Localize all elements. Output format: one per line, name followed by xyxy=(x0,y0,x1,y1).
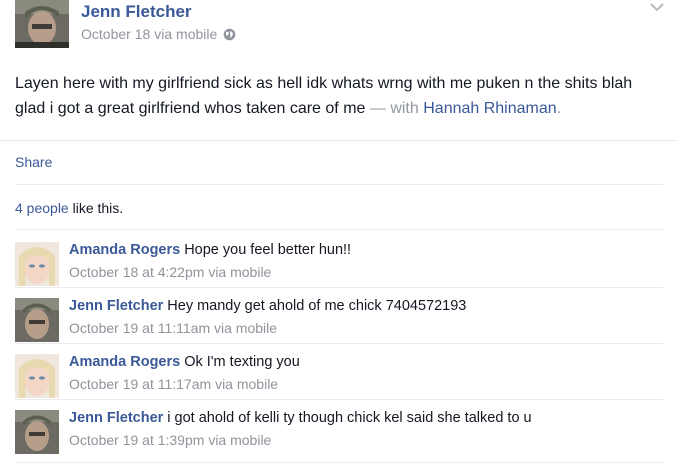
comment-via: via mobile xyxy=(208,432,272,448)
divider xyxy=(15,184,663,185)
likes-summary: 4 people like this. xyxy=(15,200,123,216)
chevron-down-icon[interactable] xyxy=(649,0,665,12)
commenter-name[interactable]: Amanda Rogers xyxy=(69,242,180,258)
comment-meta: October 18 at 4:22pm via mobile xyxy=(69,264,271,280)
commenter-name[interactable]: Amanda Rogers xyxy=(69,354,180,370)
comment-via: via mobile xyxy=(214,320,278,336)
avatar-image xyxy=(15,0,69,48)
tagged-suffix: . xyxy=(556,100,562,117)
comment-item: Jenn Fletcher i got ahold of kelli ty tho… xyxy=(0,410,677,462)
comment-line: Amanda Rogers Ok I'm texting you xyxy=(69,354,300,370)
comment-text: i got ahold of kelli ty though chick kel… xyxy=(167,410,532,426)
avatar-image xyxy=(15,354,59,398)
divider xyxy=(15,462,663,463)
divider xyxy=(0,140,677,141)
likes-count-link[interactable]: 4 people xyxy=(15,200,69,216)
comment-meta: October 19 at 1:39pm via mobile xyxy=(69,432,271,448)
author-avatar[interactable] xyxy=(15,0,69,48)
avatar-image xyxy=(15,242,59,286)
avatar-image xyxy=(15,298,59,342)
with-prefix: — with xyxy=(369,100,419,117)
comment-text: Ok I'm texting you xyxy=(184,354,300,370)
divider xyxy=(15,229,663,230)
commenter-avatar[interactable] xyxy=(15,354,59,398)
post-meta: October 18 via mobile xyxy=(81,26,236,42)
globe-icon[interactable] xyxy=(223,28,236,41)
comment-meta: October 19 at 11:11am via mobile xyxy=(69,320,277,336)
post-author-name[interactable]: Jenn Fletcher xyxy=(81,2,192,22)
facebook-post: Jenn Fletcher October 18 via mobile Laye… xyxy=(0,0,677,466)
post-timestamp[interactable]: October 18 xyxy=(81,26,150,42)
comment-meta: October 19 at 11:17am via mobile xyxy=(69,376,278,392)
share-link[interactable]: Share xyxy=(15,154,52,170)
tagged-person-link[interactable]: Hannah Rhinaman xyxy=(423,100,556,117)
divider xyxy=(15,343,663,344)
comment-timestamp[interactable]: October 19 at 1:39pm xyxy=(69,432,204,448)
comment-timestamp[interactable]: October 18 at 4:22pm xyxy=(69,264,204,280)
comment-timestamp[interactable]: October 19 at 11:17am xyxy=(69,376,211,392)
commenter-avatar[interactable] xyxy=(15,298,59,342)
divider xyxy=(15,287,663,288)
comment-via: via mobile xyxy=(215,376,279,392)
commenter-name[interactable]: Jenn Fletcher xyxy=(69,298,163,314)
comment-line: Amanda Rogers Hope you feel better hun!! xyxy=(69,242,351,258)
post-via: via mobile xyxy=(154,26,218,42)
commenter-name[interactable]: Jenn Fletcher xyxy=(69,410,163,426)
comment-text: Hope you feel better hun!! xyxy=(184,242,352,258)
comment-via: via mobile xyxy=(208,264,272,280)
comment-timestamp[interactable]: October 19 at 11:11am xyxy=(69,320,210,336)
post-body: Layen here with my girlfriend sick as he… xyxy=(15,71,655,121)
avatar-image xyxy=(15,410,59,454)
comment-line: Jenn Fletcher Hey mandy get ahold of me c… xyxy=(69,298,466,314)
comment-text: Hey mandy get ahold of me chick 74045721… xyxy=(167,298,467,314)
commenter-avatar[interactable] xyxy=(15,410,59,454)
likes-suffix: like this. xyxy=(72,200,124,216)
comment-line: Jenn Fletcher i got ahold of kelli ty tho… xyxy=(69,410,532,426)
divider xyxy=(15,399,663,400)
commenter-avatar[interactable] xyxy=(15,242,59,286)
